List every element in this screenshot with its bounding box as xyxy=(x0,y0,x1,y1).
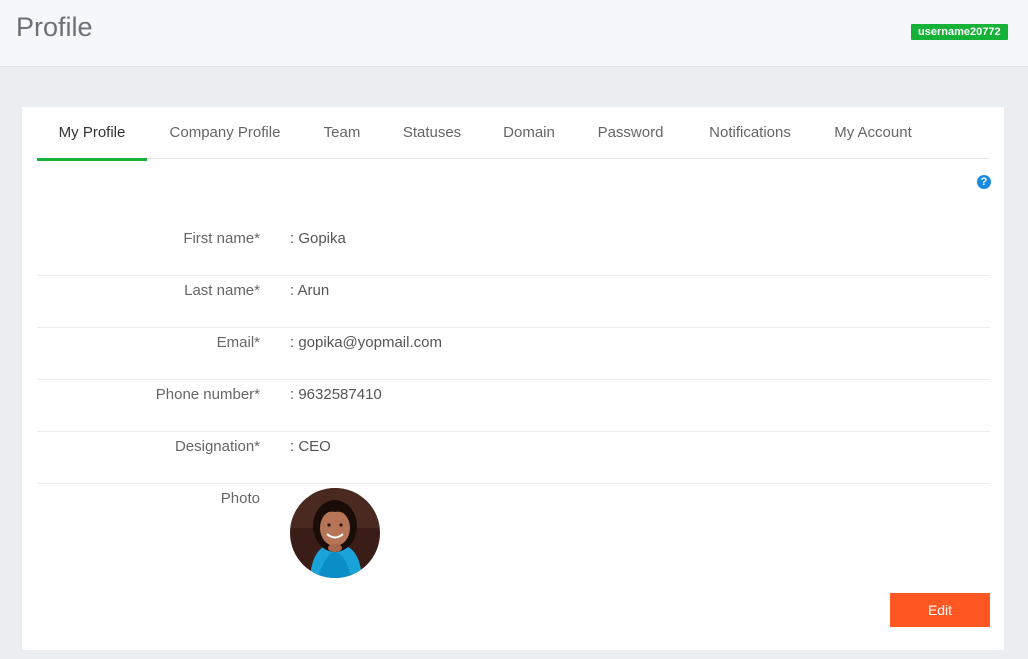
email-row: Email* : gopika@yopmail.com xyxy=(37,328,990,380)
profile-tabs: My Profile Company Profile Team Statuses… xyxy=(37,107,990,161)
email-label: Email* xyxy=(216,334,260,351)
page-title: Profile xyxy=(16,12,93,42)
designation-value: : CEO xyxy=(290,438,331,455)
designation-label: Designation* xyxy=(174,438,260,455)
username-badge[interactable]: username20772 xyxy=(911,24,1008,40)
email-value: : gopika@yopmail.com xyxy=(290,334,442,351)
help-icon[interactable]: ? xyxy=(977,175,991,189)
tab-team[interactable]: Team xyxy=(313,107,371,159)
profile-card: My Profile Company Profile Team Statuses… xyxy=(22,107,1004,650)
tab-notifications[interactable]: Notifications xyxy=(695,107,805,159)
tab-domain[interactable]: Domain xyxy=(492,107,566,159)
top-header: Profile username20772 xyxy=(0,0,1028,67)
designation-row: Designation* : CEO xyxy=(37,432,990,484)
photo-label: Photo xyxy=(220,490,260,507)
tab-my-profile[interactable]: My Profile xyxy=(37,107,147,161)
phone-row: Phone number* : 9632587410 xyxy=(37,380,990,432)
edit-button[interactable]: Edit xyxy=(890,593,990,627)
first-name-row: First name* : Gopika xyxy=(37,224,990,276)
last-name-value: : Arun xyxy=(290,282,330,299)
last-name-row: Last name* : Arun xyxy=(37,276,990,328)
last-name-label: Last name* xyxy=(184,282,260,299)
tab-statuses[interactable]: Statuses xyxy=(392,107,472,159)
profile-photo xyxy=(290,488,380,578)
first-name-value: : Gopika xyxy=(290,230,346,247)
tab-my-account[interactable]: My Account xyxy=(823,107,923,159)
phone-value: : 9632587410 xyxy=(290,386,382,403)
photo-row: Photo xyxy=(37,484,990,536)
tab-password[interactable]: Password xyxy=(587,107,674,159)
first-name-label: First name* xyxy=(183,230,260,247)
phone-label: Phone number* xyxy=(155,386,260,403)
tab-company-profile[interactable]: Company Profile xyxy=(157,107,293,159)
